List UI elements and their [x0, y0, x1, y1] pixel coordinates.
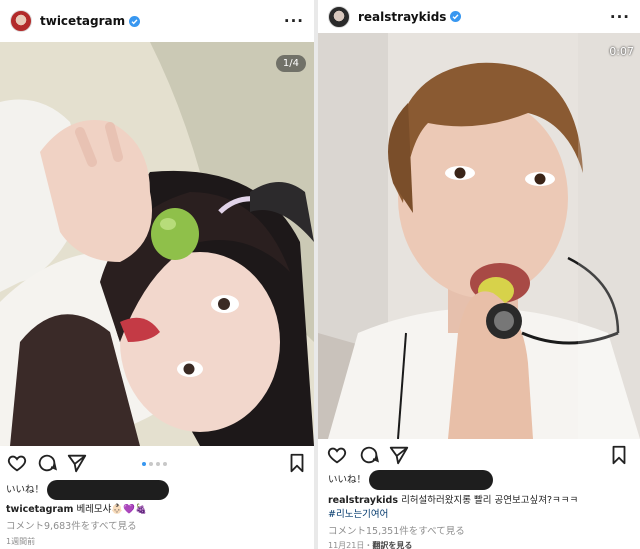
- post-timestamp: 1週間前: [6, 537, 36, 546]
- caption-username[interactable]: twicetagram: [6, 504, 73, 515]
- post-video[interactable]: 0:07: [318, 33, 640, 439]
- more-options-button[interactable]: ···: [610, 9, 630, 24]
- share-icon[interactable]: [66, 452, 88, 474]
- comment-icon[interactable]: [36, 452, 58, 474]
- post-photo[interactable]: 1/4: [0, 42, 314, 446]
- carousel-dot-active: [142, 462, 146, 466]
- verified-badge-icon: [129, 15, 141, 27]
- caption-text: 베레모샤👶🏻💜🍇: [76, 504, 147, 515]
- heart-icon[interactable]: [6, 452, 28, 474]
- heart-icon[interactable]: [326, 444, 348, 466]
- caption-username[interactable]: realstraykids: [328, 495, 398, 506]
- redacted-likers: [369, 470, 494, 490]
- post-twicetagram: twicetagram ··· 1/4 いいね！ twicetagram 베레모…: [0, 0, 314, 549]
- view-comments-link[interactable]: コメント15,351件をすべて見る: [328, 523, 465, 537]
- carousel-dot: [156, 462, 160, 466]
- verified-badge-icon: [450, 11, 462, 22]
- avatar[interactable]: [328, 5, 350, 28]
- comment-icon[interactable]: [358, 444, 380, 466]
- caption-text: 리허설하러왔지롱 빨리 공연보고싶져?ㅋㅋㅋ: [401, 495, 579, 506]
- carousel-dot: [163, 462, 167, 466]
- view-comments-link[interactable]: コメント9,683件をすべて見る: [6, 518, 137, 532]
- post-timestamp: 11月21日・: [328, 541, 373, 549]
- post-header: twicetagram ···: [0, 0, 314, 42]
- action-bar: [0, 452, 314, 478]
- carousel-dot: [149, 462, 153, 466]
- likes-row: いいね！: [328, 470, 494, 490]
- caption-hashtag[interactable]: #리노는기여어: [328, 506, 388, 520]
- likes-label: いいね！: [6, 484, 45, 496]
- redacted-likers: [47, 480, 170, 500]
- bookmark-icon[interactable]: [286, 452, 308, 474]
- avatar[interactable]: [10, 10, 32, 32]
- bookmark-icon[interactable]: [608, 444, 630, 466]
- photo-counter: 1/4: [275, 55, 306, 72]
- see-translation-link[interactable]: 翻訳を見る: [372, 541, 412, 549]
- action-bar: [318, 444, 640, 470]
- username[interactable]: twicetagram: [40, 14, 125, 28]
- post-meta: 11月21日・翻訳を見る: [328, 540, 412, 549]
- post-header: realstraykids ···: [318, 0, 640, 33]
- likes-label: いいね！: [328, 474, 367, 486]
- video-time: 0:07: [609, 45, 634, 58]
- carousel-dots: [142, 462, 167, 466]
- caption: realstraykids 리허설하러왔지롱 빨리 공연보고싶져?ㅋㅋㅋ: [328, 492, 578, 506]
- share-icon[interactable]: [388, 444, 410, 466]
- post-realstraykids: realstraykids ··· 0:07 いいね！ realstraykid…: [318, 0, 640, 549]
- more-options-button[interactable]: ···: [284, 14, 304, 29]
- caption: twicetagram 베레모샤👶🏻💜🍇: [6, 501, 147, 515]
- likes-row: いいね！: [6, 480, 170, 500]
- username[interactable]: realstraykids: [358, 10, 446, 24]
